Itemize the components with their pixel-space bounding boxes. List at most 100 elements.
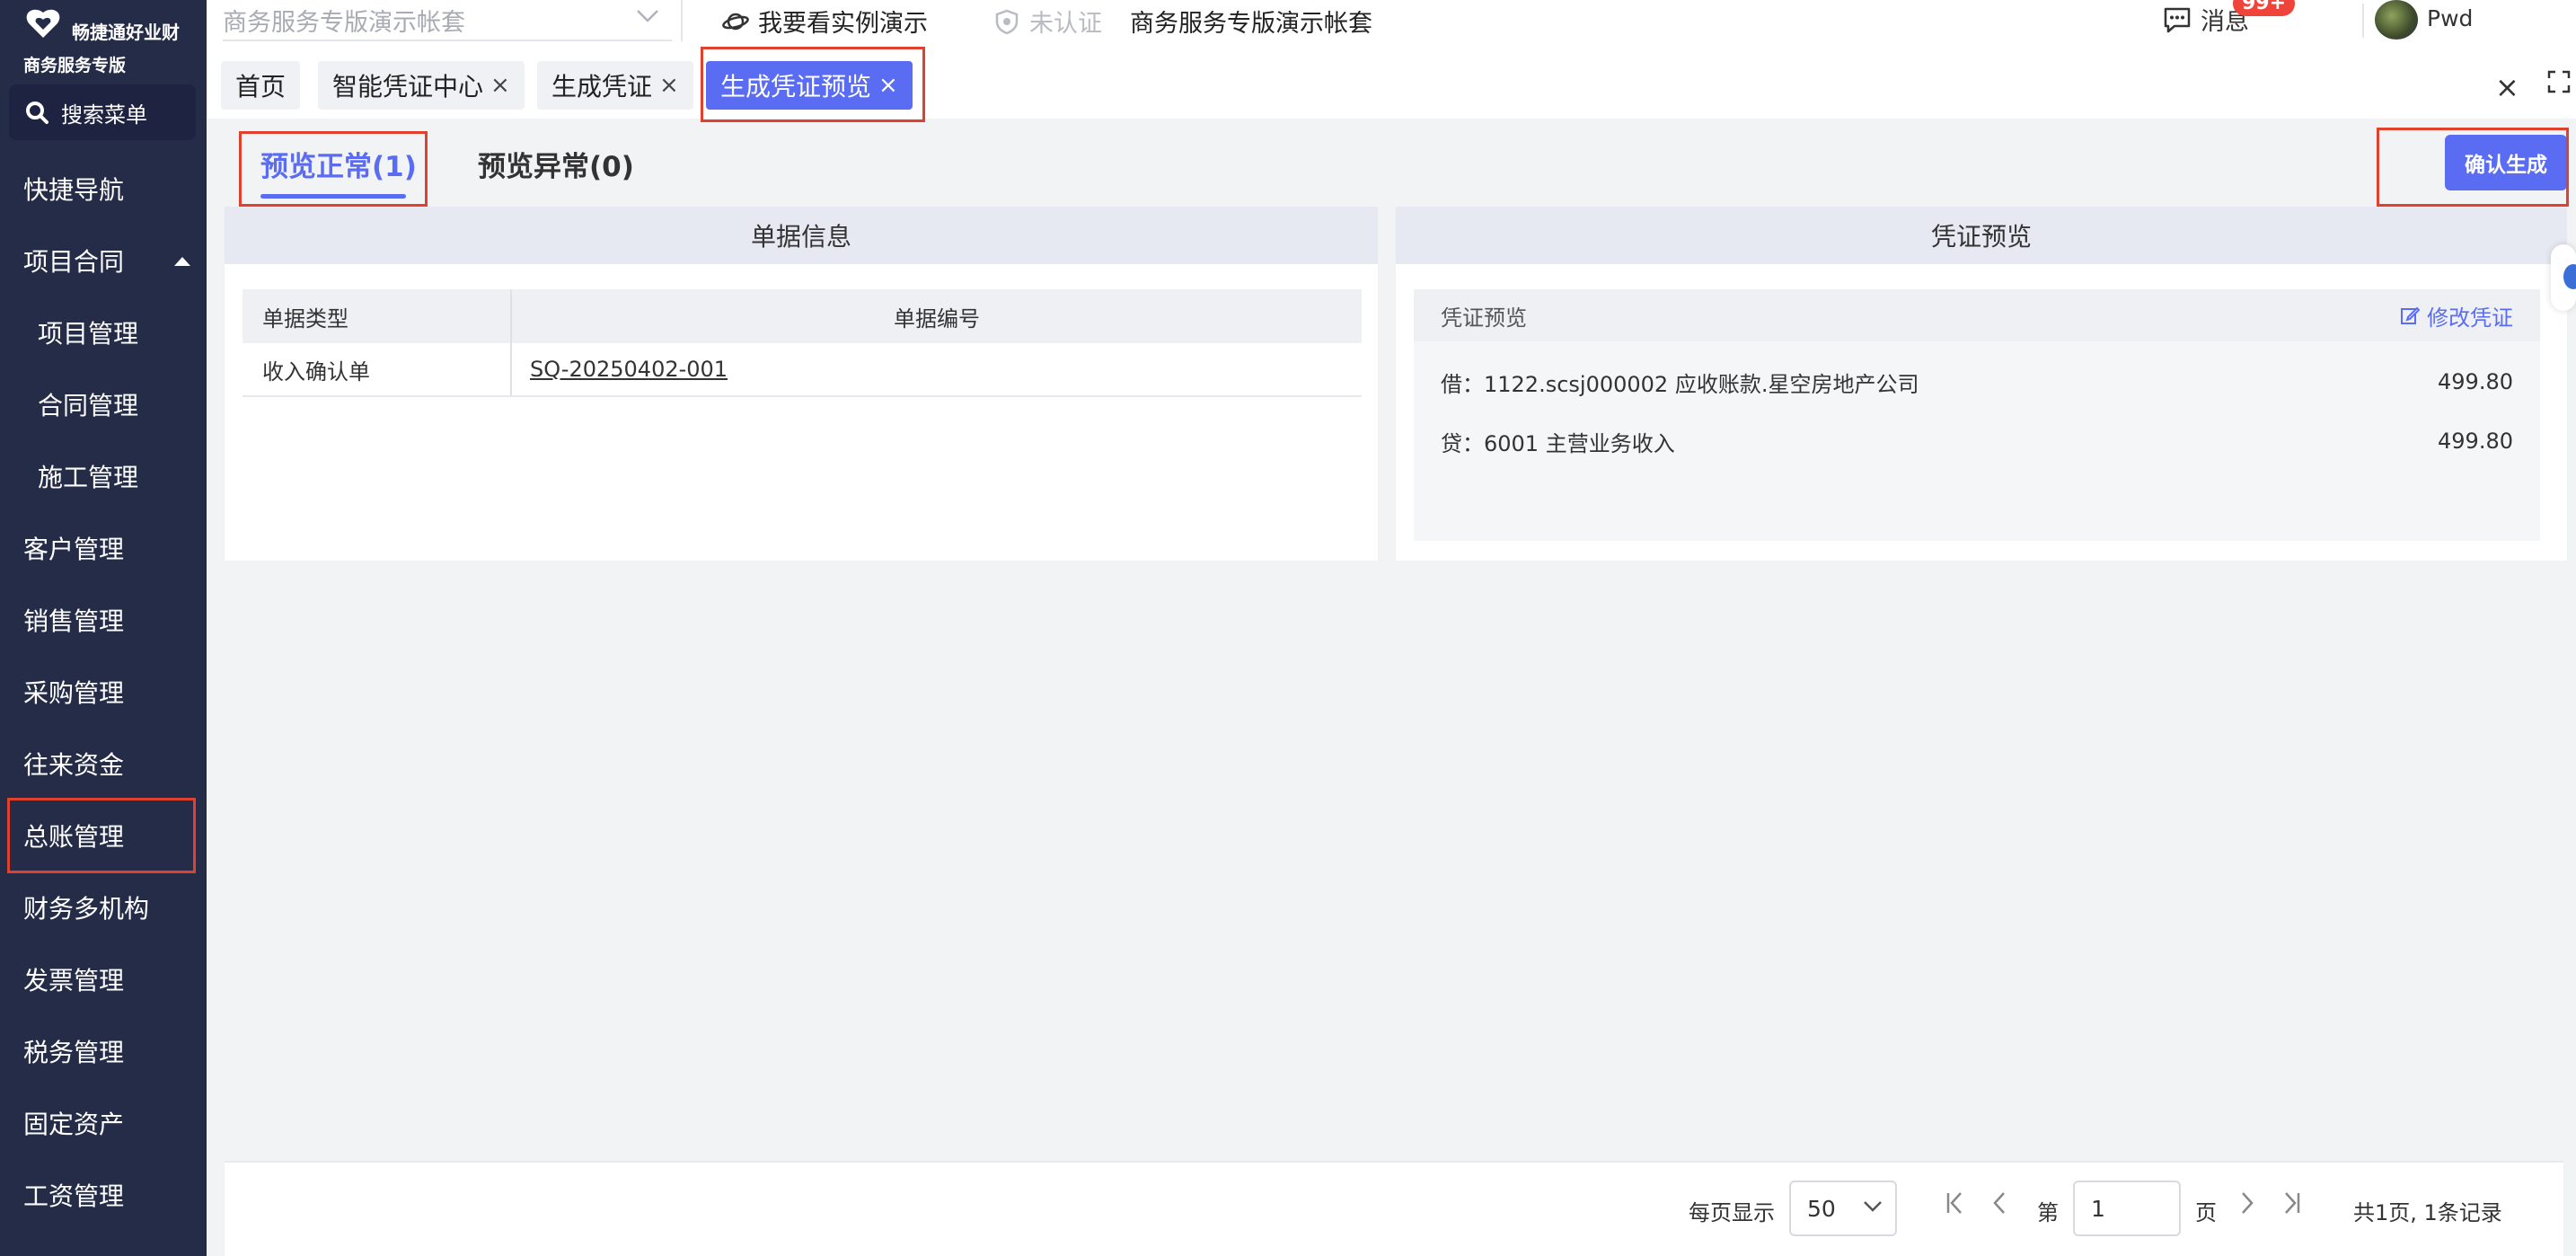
user-name[interactable]: Pwd [2427,5,2473,31]
floating-assistant-button[interactable] [2551,244,2576,311]
sidebar-item-construction-management[interactable]: 施工管理 [0,440,207,512]
tab-generate-voucher[interactable]: 生成凭证 × [537,61,693,110]
caret-up-icon [174,257,190,266]
sidebar-item-label: 客户管理 [23,535,125,564]
sidebar-item-label: 工资管理 [23,1181,125,1211]
bill-number-link[interactable]: SQ-20250402-001 [530,357,728,382]
sidebar-item-project-contract[interactable]: 项目合同 [0,225,207,296]
prev-page-icon[interactable] [1990,1190,2008,1216]
brand-name: 畅捷通好业财 [72,22,180,43]
sidebar-item-invoice-management[interactable]: 发票管理 [0,943,207,1015]
per-page-select[interactable]: 50 [1789,1181,1897,1236]
next-page-icon[interactable] [2238,1190,2256,1216]
edit-voucher-link[interactable]: 修改凭证 [2400,300,2513,332]
tab-label: 生成凭证预览 [720,72,872,102]
sidebar-item-fixed-assets[interactable]: 固定资产 [0,1087,207,1159]
sidebar-item-project-management[interactable]: 项目管理 [0,296,207,368]
confirm-generate-button[interactable]: 确认生成 [2445,135,2567,190]
voucher-line-text: 贷：6001 主营业务收入 [1441,430,1675,456]
page-prefix-label: 第 [2037,1200,2059,1225]
account-select[interactable]: 商务服务专版演示帐套 [223,0,672,41]
sidebar: 畅捷通好业财 商务服务专版 搜索菜单 快捷导航 项目合同 项目管理 合同管理 施… [0,0,207,1256]
pagination-bar: 每页显示 50 第 1 页 共1页, 1条记录 [225,1161,2563,1256]
last-page-icon[interactable] [2281,1190,2303,1216]
account-select-value: 商务服务专版演示帐套 [223,8,465,37]
bill-number-cell: SQ-20250402-001 [512,343,1362,395]
tab-voucher-preview[interactable]: 生成凭证预览 × [706,61,913,110]
sidebar-item-label: 发票管理 [23,966,125,995]
sidebar-item-label: 财务多机构 [23,894,150,924]
current-account-name: 商务服务专版演示帐套 [1130,10,1372,38]
top-divider [681,0,683,41]
unverified-label: 未认证 [1029,10,1102,38]
sidebar-item-quick-nav[interactable]: 快捷导航 [0,153,207,225]
close-all-tabs-icon[interactable]: × [2495,70,2519,104]
sidebar-item-label: 施工管理 [38,463,139,492]
tab-label: 首页 [235,72,287,102]
sidebar-item-label: 合同管理 [38,391,139,420]
tab-close-icon[interactable]: × [878,72,898,99]
sidebar-item-purchase-management[interactable]: 采购管理 [0,656,207,728]
search-menu-label: 搜索菜单 [61,102,147,128]
voucher-preview-panel: 凭证预览 凭证预览 修改凭证 借：1122.scsj000002 应收账款.星空… [1396,207,2567,561]
sidebar-item-label: 固定资产 [23,1110,125,1139]
sidebar-item-label: 快捷导航 [23,175,125,205]
tab-close-icon[interactable]: × [659,72,679,99]
sidebar-item-label: 项目合同 [23,247,125,277]
logo-icon [26,9,60,38]
per-page-value: 50 [1807,1195,1836,1222]
sidebar-item-label: 采购管理 [23,678,125,708]
voucher-line-amount: 499.80 [2438,369,2513,394]
voucher-preview-title: 凭证预览 [1396,207,2567,264]
chevron-down-icon [637,10,658,22]
per-page-label: 每页显示 [1689,1200,1775,1225]
voucher-line-text: 借：1122.scsj000002 应收账款.星空房地产公司 [1441,371,1919,397]
tab-preview-abnormal[interactable]: 预览异常(0) [478,144,634,184]
table-row: 收入确认单 SQ-20250402-001 [243,343,1362,397]
page-suffix-label: 页 [2195,1200,2217,1225]
messages-badge: 99+ [2233,0,2296,16]
bill-table: 单据类型 单据编号 收入确认单 SQ-20250402-001 [243,289,1362,397]
brand-edition: 商务服务专版 [23,56,127,75]
shield-icon [995,9,1019,34]
sidebar-item-customer-management[interactable]: 客户管理 [0,512,207,584]
search-menu-button[interactable]: 搜索菜单 [9,84,196,140]
edit-voucher-label: 修改凭证 [2427,305,2513,331]
tab-label: 生成凭证 [551,72,653,102]
sidebar-item-multi-org[interactable]: 财务多机构 [0,871,207,943]
top-divider-right [2362,4,2364,38]
sidebar-item-label: 销售管理 [23,606,125,636]
tab-home[interactable]: 首页 [221,61,301,110]
demo-link[interactable]: 我要看实例演示 [722,4,928,39]
avatar[interactable] [2375,0,2418,40]
unverified-status[interactable]: 未认证 [995,4,1102,39]
demo-link-label: 我要看实例演示 [758,10,928,38]
planet-icon [722,13,749,30]
tab-close-icon[interactable]: × [490,72,510,99]
sidebar-item-label: 项目管理 [38,319,139,349]
search-icon [26,102,49,124]
voucher-box: 凭证预览 修改凭证 借：1122.scsj000002 应收账款.星空房地产公司… [1414,289,2540,541]
sidebar-item-tax-management[interactable]: 税务管理 [0,1015,207,1087]
table-header-row: 单据类型 单据编号 [243,289,1362,343]
page-number-input[interactable]: 1 [2073,1181,2181,1236]
bill-info-panel: 单据信息 单据类型 单据编号 收入确认单 SQ-20250402-001 [225,207,1378,561]
first-page-icon[interactable] [1944,1190,1965,1216]
sidebar-item-general-ledger[interactable]: 总账管理 [0,800,207,871]
tab-smart-voucher-center[interactable]: 智能凭证中心 × [318,61,525,110]
tab-preview-normal[interactable]: 预览正常(1) [260,144,417,184]
sidebar-item-payroll[interactable]: 工资管理 [0,1159,207,1231]
voucher-box-header: 凭证预览 修改凭证 [1414,289,2540,341]
voucher-box-title: 凭证预览 [1441,305,1527,331]
fullscreen-icon[interactable] [2547,70,2571,93]
active-tab-indicator [260,194,406,199]
pagination-summary: 共1页, 1条记录 [2353,1200,2502,1225]
sidebar-item-sales-management[interactable]: 销售管理 [0,584,207,656]
sidebar-item-funds[interactable]: 往来资金 [0,728,207,800]
brand-logo[interactable]: 畅捷通好业财 商务服务专版 [22,7,201,75]
tab-label: 智能凭证中心 [332,72,484,102]
sidebar-item-contract-management[interactable]: 合同管理 [0,368,207,440]
column-header-bill-number: 单据编号 [894,305,980,332]
bill-info-title: 单据信息 [225,207,1378,264]
column-header-bill-type: 单据类型 [243,289,512,343]
